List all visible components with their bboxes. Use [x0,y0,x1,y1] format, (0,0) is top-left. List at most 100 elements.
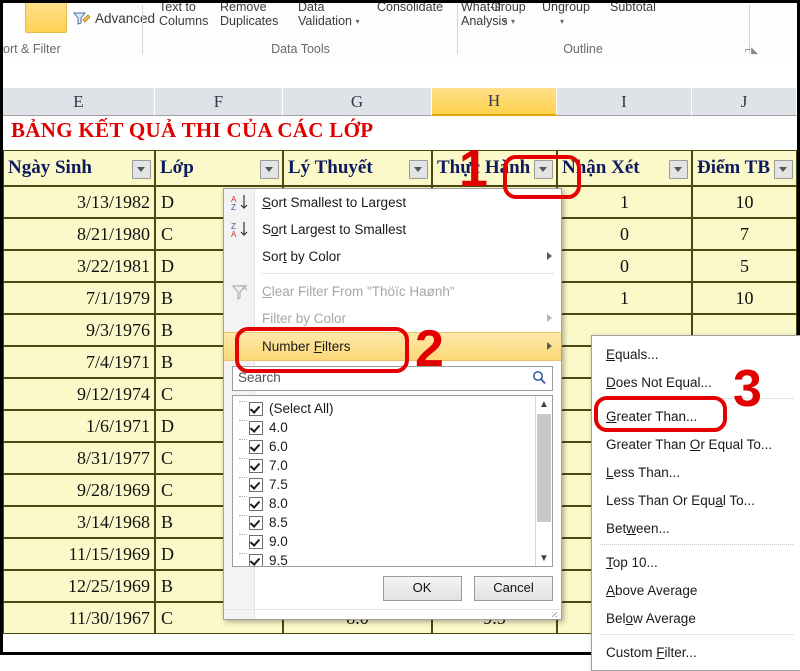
filter-arrow-ly-thuyet[interactable] [409,160,428,179]
chevron-down-icon[interactable]: ▾ [560,15,564,29]
ribbon-group-label-sort-filter: ort & Filter [3,42,143,56]
cell-ngay-sinh[interactable]: 12/25/1969 [3,570,155,602]
filter-list-item[interactable]: 6.0 [233,437,535,456]
column-header-I[interactable]: I [557,88,692,116]
submenu-item-less-than-or-equal-to[interactable]: Less Than Or Equal To... [592,486,800,514]
checkbox-checked-icon[interactable] [249,402,263,416]
cell-ngay-sinh[interactable]: 8/31/1977 [3,442,155,474]
cell-diem-tb[interactable]: 10 [692,282,797,314]
ok-button[interactable]: OK [383,576,462,601]
menu-item-sort-by-color[interactable]: Sort by Color [224,243,561,270]
text-to-columns-button[interactable]: Text toColumns [159,3,208,28]
filter-list-item-label: 7.5 [269,477,288,492]
scrollbar-thumb[interactable] [537,414,551,522]
svg-text:A: A [231,230,237,239]
chevron-down-icon[interactable]: ▾ [503,15,507,29]
menu-item-label: Sort by Color [262,249,341,264]
filter-list-item[interactable]: 9.5 [233,551,535,567]
filter-arrow-ngay-sinh[interactable] [132,160,151,179]
table-header-label: Lý Thuyết [288,157,373,179]
data-validation-button[interactable]: Data Validation ▾ [298,3,359,29]
checkbox-checked-icon[interactable] [249,421,263,435]
checkbox-checked-icon[interactable] [249,440,263,454]
filter-arrow-nhan-xet[interactable] [669,160,688,179]
checkbox-checked-icon[interactable] [249,535,263,549]
cell-diem-tb[interactable]: 5 [692,250,797,282]
cell-ngay-sinh[interactable]: 9/28/1969 [3,474,155,506]
cell-ngay-sinh[interactable]: 9/3/1976 [3,314,155,346]
annotation-number-2: 2 [415,323,444,375]
filter-dropdown-menu: A Z Sort Smallest to Largest Z A Sort La… [223,188,562,620]
checkbox-checked-icon[interactable] [249,459,263,473]
menu-item-sort-largest-to-smallest[interactable]: Z A Sort Largest to Smallest [224,216,561,243]
submenu-item-top-10[interactable]: Top 10... [592,548,800,576]
filter-list-item[interactable]: 8.5 [233,513,535,532]
filter-arrow-diem-tb[interactable] [774,160,793,179]
remove-duplicates-button[interactable]: RemoveDuplicates [220,3,278,28]
scroll-up-arrow-icon[interactable]: ▲ [536,396,552,412]
scroll-down-arrow-icon[interactable]: ▼ [536,550,552,566]
column-header-H[interactable]: H [432,88,557,116]
cell-ngay-sinh[interactable]: 7/1/1979 [3,282,155,314]
cell-ngay-sinh[interactable]: 11/30/1967 [3,602,155,634]
menu-item-label: Sort Largest to Smallest [262,222,406,237]
submenu-item-less-than[interactable]: Less Than... [592,458,800,486]
group-button[interactable]: Group ▾ [491,3,526,29]
filter-button[interactable]: Filter [25,3,67,33]
cell-diem-tb[interactable]: 7 [692,218,797,250]
submenu-item-equals[interactable]: Equals... [592,340,800,368]
cell-nhan-xet[interactable]: 0 [557,250,692,282]
submenu-item-above-average[interactable]: Above Average [592,576,800,604]
annotation-box-step3 [594,396,727,432]
checkbox-checked-icon[interactable] [249,478,263,492]
search-icon [532,370,547,390]
cell-ngay-sinh[interactable]: 3/13/1982 [3,186,155,218]
cell-ngay-sinh[interactable]: 1/6/1971 [3,410,155,442]
cell-ngay-sinh[interactable]: 3/22/1981 [3,250,155,282]
filter-value-list[interactable]: (Select All)4.06.07.0 7.5 8.08.59.09.5 ▲ ▼ [232,395,553,567]
cell-nhan-xet[interactable]: 0 [557,218,692,250]
outline-dialog-launcher-icon[interactable]: ⌐◣ [745,44,758,56]
submenu-item-does-not-equal[interactable]: Does Not Equal... [592,368,800,396]
column-header-J[interactable]: J [692,88,797,116]
consolidate-button[interactable]: Consolidate [377,3,443,14]
column-header-G[interactable]: G [283,88,432,116]
filter-list-item[interactable]: 4.0 [233,418,535,437]
subtotal-button[interactable]: Subtotal [610,3,656,14]
menu-item-label: Clear Filter From "Thöïc Haønh" [262,284,455,299]
cell-diem-tb[interactable]: 10 [692,186,797,218]
sheet-top-gap [3,58,797,88]
cell-ngay-sinh[interactable]: 9/12/1974 [3,378,155,410]
cell-nhan-xet[interactable]: 1 [557,282,692,314]
checkbox-checked-icon[interactable] [249,554,263,568]
checkbox-checked-icon[interactable] [249,497,263,511]
submenu-item-below-average[interactable]: Below Average [592,604,800,632]
filter-list-item[interactable]: 8.0 [233,494,535,513]
cell-ngay-sinh[interactable]: 7/4/1971 [3,346,155,378]
filter-list-item[interactable]: 7.5 [233,475,535,494]
excel-window: Filter Advanced ort & Filter Text toColu… [0,0,800,655]
submenu-item-between[interactable]: Between... [592,514,800,542]
column-header-E[interactable]: E [3,88,155,116]
chevron-down-icon[interactable]: ▾ [355,15,359,29]
checkbox-checked-icon[interactable] [249,516,263,530]
filter-list-item[interactable]: 9.0 [233,532,535,551]
filter-list-scrollbar[interactable]: ▲ ▼ [535,396,552,566]
cell-ngay-sinh[interactable]: 3/14/1968 [3,506,155,538]
resize-grip[interactable] [224,609,561,619]
ungroup-button[interactable]: Ungroup ▾ [542,3,590,29]
filter-list-item[interactable]: (Select All) [233,399,535,418]
table-header-row: Ngày Sinh Lớp Lý Thuyết Thực Hành Nhận X… [3,150,797,186]
submenu-item-label: Top 10... [606,555,658,570]
column-header-F[interactable]: F [155,88,283,116]
submenu-item-custom-filter[interactable]: Custom Filter... [592,638,800,666]
cell-ngay-sinh[interactable]: 8/21/1980 [3,218,155,250]
submenu-item-greater-than-or-equal-to[interactable]: Greater Than Or Equal To... [592,430,800,458]
filter-arrow-lop[interactable] [260,160,279,179]
cell-ngay-sinh[interactable]: 11/15/1969 [3,538,155,570]
filter-list-item[interactable]: 7.0 [233,456,535,475]
number-filters-submenu: Equals...Does Not Equal...Greater Than..… [591,335,800,671]
cancel-button[interactable]: Cancel [474,576,553,601]
sort-za-icon: Z A [230,220,250,239]
sheet-title-row: BẢNG KẾT QUẢ THI CỦA CÁC LỚP [3,116,797,150]
